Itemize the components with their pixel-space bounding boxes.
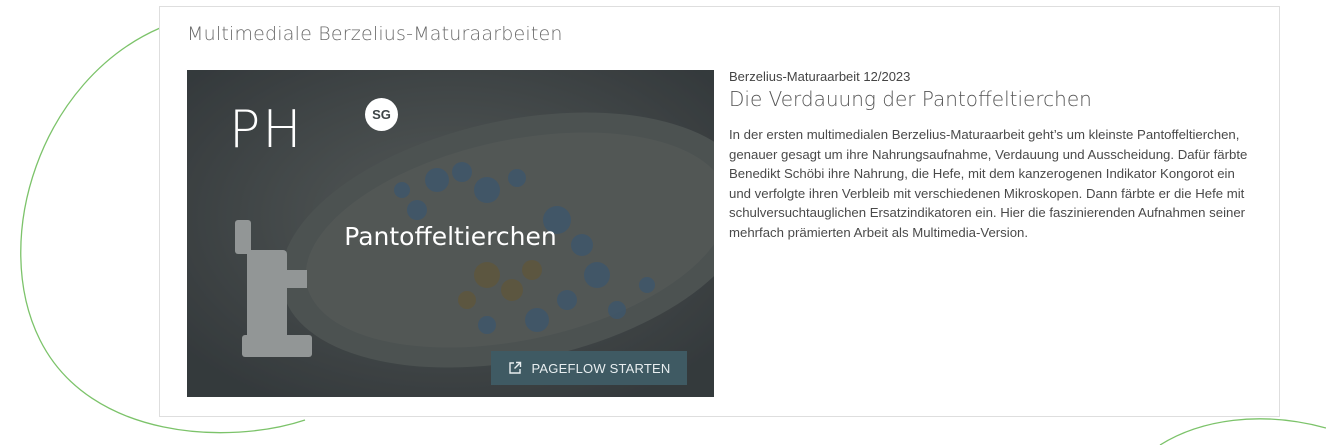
pageflow-start-button[interactable]: PAGEFLOW STARTEN — [491, 351, 687, 385]
pageflow-button-label: PAGEFLOW STARTEN — [531, 360, 671, 376]
media-overlay-title: Pantoffeltierchen — [344, 222, 557, 251]
article-headline[interactable]: Die Verdauung der Pantoffeltierchen — [729, 87, 1259, 111]
article-description: In der ersten multimedialen Berzelius-Ma… — [729, 127, 1248, 240]
article-text: Berzelius-Maturaarbeit 12/2023 Die Verda… — [729, 69, 1259, 243]
logo-text: PH — [229, 100, 304, 160]
ph-sg-logo: PH SG — [229, 98, 398, 156]
article-card: Multimediale Berzelius-Maturaarbeiten PH… — [159, 6, 1280, 417]
media-teaser[interactable]: PH SG Pantoffeltierchen PAGEFLOW STARTEN — [187, 70, 714, 397]
external-link-icon — [508, 361, 521, 374]
section-title: Multimediale Berzelius-Maturaarbeiten — [187, 23, 563, 45]
article-kicker: Berzelius-Maturaarbeit 12/2023 — [729, 69, 911, 84]
logo-badge: SG — [365, 98, 398, 131]
